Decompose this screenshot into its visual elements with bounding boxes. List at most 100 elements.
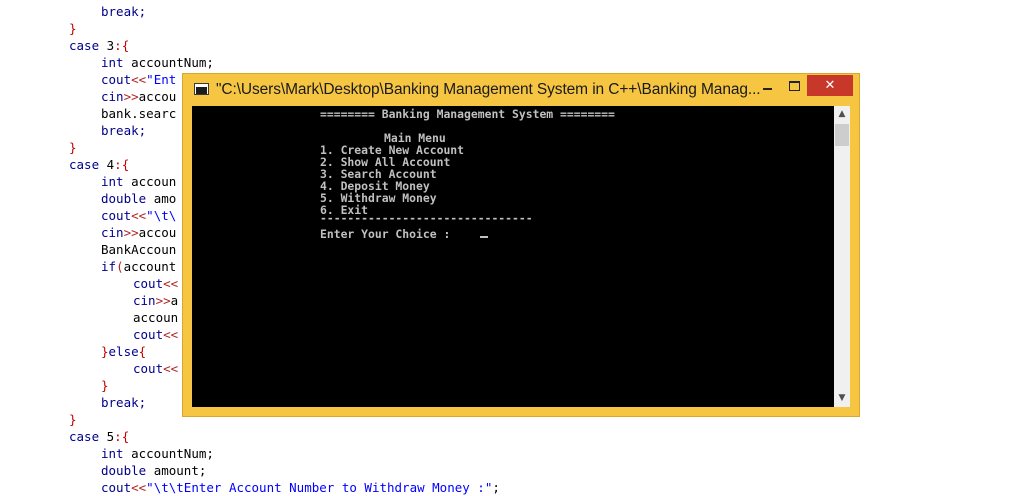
maximize-icon	[789, 80, 800, 91]
code-token: break;	[101, 123, 147, 138]
code-token: int	[101, 174, 132, 189]
minimize-button[interactable]	[754, 75, 781, 96]
chevron-up-icon: ▲	[838, 109, 846, 119]
code-token: case	[69, 157, 107, 172]
code-token: (	[116, 259, 124, 274]
code-token: :{	[114, 38, 130, 53]
code-token: cin	[101, 89, 124, 104]
code-token: amo	[153, 191, 177, 206]
code-token: double	[101, 191, 154, 206]
close-icon: ✕	[824, 78, 836, 93]
code-line: break;	[101, 394, 146, 411]
code-token: else	[108, 344, 139, 359]
scroll-thumb[interactable]	[835, 124, 849, 146]
console-window[interactable]: "C:\Users\Mark\Desktop\Banking Managemen…	[183, 74, 859, 416]
code-token: accoun	[131, 174, 177, 189]
maximize-button[interactable]	[781, 75, 808, 96]
code-token: }	[101, 378, 109, 393]
minimize-icon	[763, 87, 772, 90]
code-token: accountNum;	[131, 55, 214, 70]
scroll-down-button[interactable]: ▼	[834, 390, 850, 407]
code-token: break;	[101, 395, 147, 410]
code-token: double	[101, 463, 154, 478]
code-token: <<	[163, 327, 179, 342]
code-line: int accountNum;	[101, 445, 214, 462]
code-token: >>	[155, 293, 171, 308]
code-token: int	[101, 55, 132, 70]
code-token: }	[69, 21, 77, 36]
code-token: a	[170, 293, 179, 308]
code-token: cout	[133, 327, 164, 342]
code-line: cin>>accou	[101, 88, 176, 105]
window-title: "C:\Users\Mark\Desktop\Banking Managemen…	[216, 81, 761, 98]
code-line: }else{	[101, 343, 146, 360]
code-token: int	[101, 446, 132, 461]
code-token: account	[123, 259, 177, 274]
code-line: cin>>a	[133, 292, 178, 309]
code-line: accoun	[133, 309, 178, 326]
code-line: cout<<	[133, 275, 178, 292]
code-line: cout<<"\t\	[101, 207, 176, 224]
code-token: ;	[492, 480, 500, 495]
code-line: bank.searc	[101, 105, 176, 122]
code-line: double amo	[101, 190, 176, 207]
code-token: cin	[133, 293, 156, 308]
code-token: cout	[101, 480, 132, 495]
code-token: {	[138, 344, 147, 359]
code-token: >>	[123, 89, 139, 104]
code-token: case	[69, 38, 107, 53]
close-button[interactable]: ✕	[807, 75, 853, 96]
code-line: }	[69, 411, 77, 428]
text-cursor	[480, 236, 488, 238]
code-token: case	[69, 429, 107, 444]
code-line: if(account	[101, 258, 176, 275]
code-token: }	[101, 344, 109, 359]
code-token: accoun	[133, 310, 179, 325]
code-line: cout<<"\t\tEnter Account Number to Withd…	[101, 479, 500, 496]
code-token: accou	[138, 89, 177, 104]
code-token: <<	[131, 208, 147, 223]
window-titlebar[interactable]: "C:\Users\Mark\Desktop\Banking Managemen…	[183, 74, 859, 106]
code-token: }	[69, 140, 77, 155]
code-token: :{	[114, 429, 130, 444]
code-token: <<	[163, 361, 179, 376]
code-line: int accoun	[101, 173, 176, 190]
chevron-down-icon: ▼	[838, 393, 846, 403]
console-output[interactable]: ======== Banking Management System =====…	[192, 106, 834, 407]
code-line: case 4:{	[69, 156, 129, 173]
code-token: >>	[123, 225, 139, 240]
code-token: :{	[114, 157, 130, 172]
code-line: case 5:{	[69, 428, 129, 445]
code-token: amount;	[153, 463, 207, 478]
code-token: cout	[101, 72, 132, 87]
code-token: }	[69, 412, 77, 427]
code-line: cin>>accou	[101, 224, 176, 241]
code-token: bank.searc	[101, 106, 177, 121]
console-app-icon[interactable]	[194, 83, 209, 95]
code-line: break;	[101, 122, 146, 139]
code-line: int accountNum;	[101, 54, 214, 71]
code-token: if	[101, 259, 117, 274]
code-token: "Ent	[146, 72, 177, 87]
code-line: }	[69, 139, 77, 156]
code-token: <<	[163, 276, 179, 291]
console-header: ======== Banking Management System =====…	[320, 107, 615, 121]
code-token: cout	[101, 208, 132, 223]
code-line: cout<<	[133, 360, 178, 377]
scroll-up-button[interactable]: ▲	[834, 106, 850, 123]
code-line: cout<<	[133, 326, 178, 343]
code-line: }	[69, 20, 77, 37]
code-line: double amount;	[101, 462, 206, 479]
code-token: cout	[133, 276, 164, 291]
code-token: "\t\tEnter Account Number to Withdraw Mo…	[146, 480, 493, 495]
code-token: break;	[101, 4, 147, 19]
console-scrollbar[interactable]: ▲ ▼	[834, 106, 850, 407]
menu-separator: -------------------------------	[320, 211, 533, 225]
code-token: <<	[131, 72, 147, 87]
code-token: <<	[131, 480, 147, 495]
code-token: "\t\	[146, 208, 177, 223]
code-line: break;	[101, 3, 146, 20]
code-line: }	[101, 377, 109, 394]
code-token: cout	[133, 361, 164, 376]
code-line: case 3:{	[69, 37, 129, 54]
